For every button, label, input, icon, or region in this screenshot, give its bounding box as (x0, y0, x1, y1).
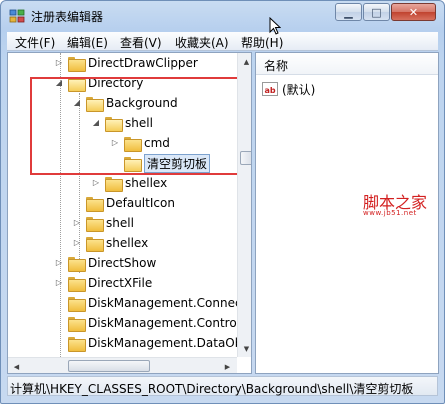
regedit-icon (9, 9, 25, 23)
folder-icon (86, 216, 104, 232)
tree-vertical-scrollbar[interactable]: ▲ ▼ (237, 53, 251, 357)
registry-editor-window: 注册表编辑器 ▁ □ ✕ 文件(F) 编辑(E) 查看(V) 收藏夹(A) 帮助… (0, 0, 445, 404)
expand-arrow-icon[interactable]: ▷ (54, 58, 64, 68)
mouse-cursor-icon (269, 17, 281, 35)
title-bar[interactable]: 注册表编辑器 ▁ □ ✕ (1, 1, 444, 31)
close-icon: ✕ (408, 5, 419, 19)
tree-node-label: DirectShow (88, 256, 157, 270)
tree-node-diskmanagement-contro[interactable]: DiskManagement.Contro (54, 313, 237, 333)
scroll-right-icon[interactable]: ▶ (220, 359, 235, 373)
tree-node-shell-2[interactable]: ▷ shell (72, 213, 134, 233)
scroll-up-icon[interactable]: ▲ (239, 54, 251, 69)
folder-icon (105, 176, 123, 192)
scroll-down-icon[interactable]: ▼ (239, 341, 251, 356)
tree-node-label: DirectXFile (88, 276, 153, 290)
menu-view[interactable]: 查看(V) (120, 34, 162, 51)
expand-arrow-icon[interactable]: ▷ (54, 278, 64, 288)
list-header: 名称 (256, 53, 438, 75)
folder-icon (68, 56, 86, 72)
value-name: (默认) (282, 82, 316, 97)
scrollbar-thumb[interactable] (240, 151, 251, 165)
tree-node-label: shell (106, 216, 134, 230)
tree-node-label: DiskManagement.DataOb (88, 336, 243, 350)
maximize-button[interactable]: □ (363, 3, 390, 21)
watermark-url: www.jb51.net (363, 209, 417, 217)
tree-node-label: shellex (125, 176, 168, 190)
menu-edit[interactable]: 编辑(E) (67, 34, 108, 51)
folder-icon (68, 316, 86, 332)
annotation-highlight-box (30, 77, 240, 175)
tree-node-label: DirectDrawClipper (88, 56, 198, 70)
menu-favorites[interactable]: 收藏夹(A) (175, 34, 229, 51)
tree-node-directdrawclipper[interactable]: ▷ DirectDrawClipper (54, 53, 198, 73)
folder-icon (68, 256, 86, 272)
folder-icon (86, 236, 104, 252)
expand-arrow-icon[interactable]: ▷ (72, 218, 82, 228)
folder-icon (68, 276, 86, 292)
value-row-default[interactable]: ab (默认) (262, 80, 315, 98)
tree-node-label: DefaultIcon (106, 196, 175, 210)
tree-node-shellex[interactable]: ▷ shellex (91, 173, 167, 193)
tree-node-defaulticon[interactable]: DefaultIcon (72, 193, 175, 213)
window-title: 注册表编辑器 (31, 10, 104, 24)
tree-node-diskmanagement-connec[interactable]: DiskManagement.Connec (54, 293, 242, 313)
tree-node-label: DiskManagement.Connec (88, 296, 242, 310)
tree-node-shellex-2[interactable]: ▷ shellex (72, 233, 148, 253)
close-button[interactable]: ✕ (391, 3, 436, 21)
tree-node-directxfile[interactable]: ▷ DirectXFile (54, 273, 152, 293)
tree-horizontal-scrollbar[interactable]: ◀ ▶ (8, 357, 237, 373)
status-bar: 计算机\HKEY_CLASSES_ROOT\Directory\Backgrou… (7, 376, 438, 396)
scrollbar-thumb[interactable] (68, 360, 150, 372)
expand-arrow-icon[interactable]: ▷ (91, 178, 101, 188)
column-header-name[interactable]: 名称 (264, 57, 288, 74)
folder-icon (68, 336, 86, 352)
maximize-icon: □ (371, 5, 382, 19)
scroll-left-icon[interactable]: ◀ (9, 359, 24, 373)
tree-node-diskmanagement-dataob[interactable]: DiskManagement.DataOb (54, 333, 242, 353)
tree-node-label: shellex (106, 236, 149, 250)
minimize-icon: ▁ (344, 5, 353, 19)
status-path: 计算机\HKEY_CLASSES_ROOT\Directory\Backgrou… (10, 382, 414, 396)
folder-icon (86, 196, 104, 212)
folder-icon (68, 296, 86, 312)
registry-tree[interactable]: ▷ DirectDrawClipper ◢ Directory ◢ Backgr… (7, 52, 252, 374)
minimize-button[interactable]: ▁ (335, 3, 362, 21)
menu-bar: 文件(F) 编辑(E) 查看(V) 收藏夹(A) 帮助(H) (7, 32, 438, 51)
tree-node-label: DiskManagement.Contro (88, 316, 237, 330)
expand-arrow-icon[interactable]: ▷ (72, 238, 82, 248)
menu-file[interactable]: 文件(F) (15, 34, 55, 51)
string-value-icon: ab (262, 82, 278, 96)
menu-help[interactable]: 帮助(H) (241, 34, 283, 51)
tree-node-directshow[interactable]: ▷ DirectShow (54, 253, 156, 273)
expand-arrow-icon[interactable]: ▷ (54, 258, 64, 268)
